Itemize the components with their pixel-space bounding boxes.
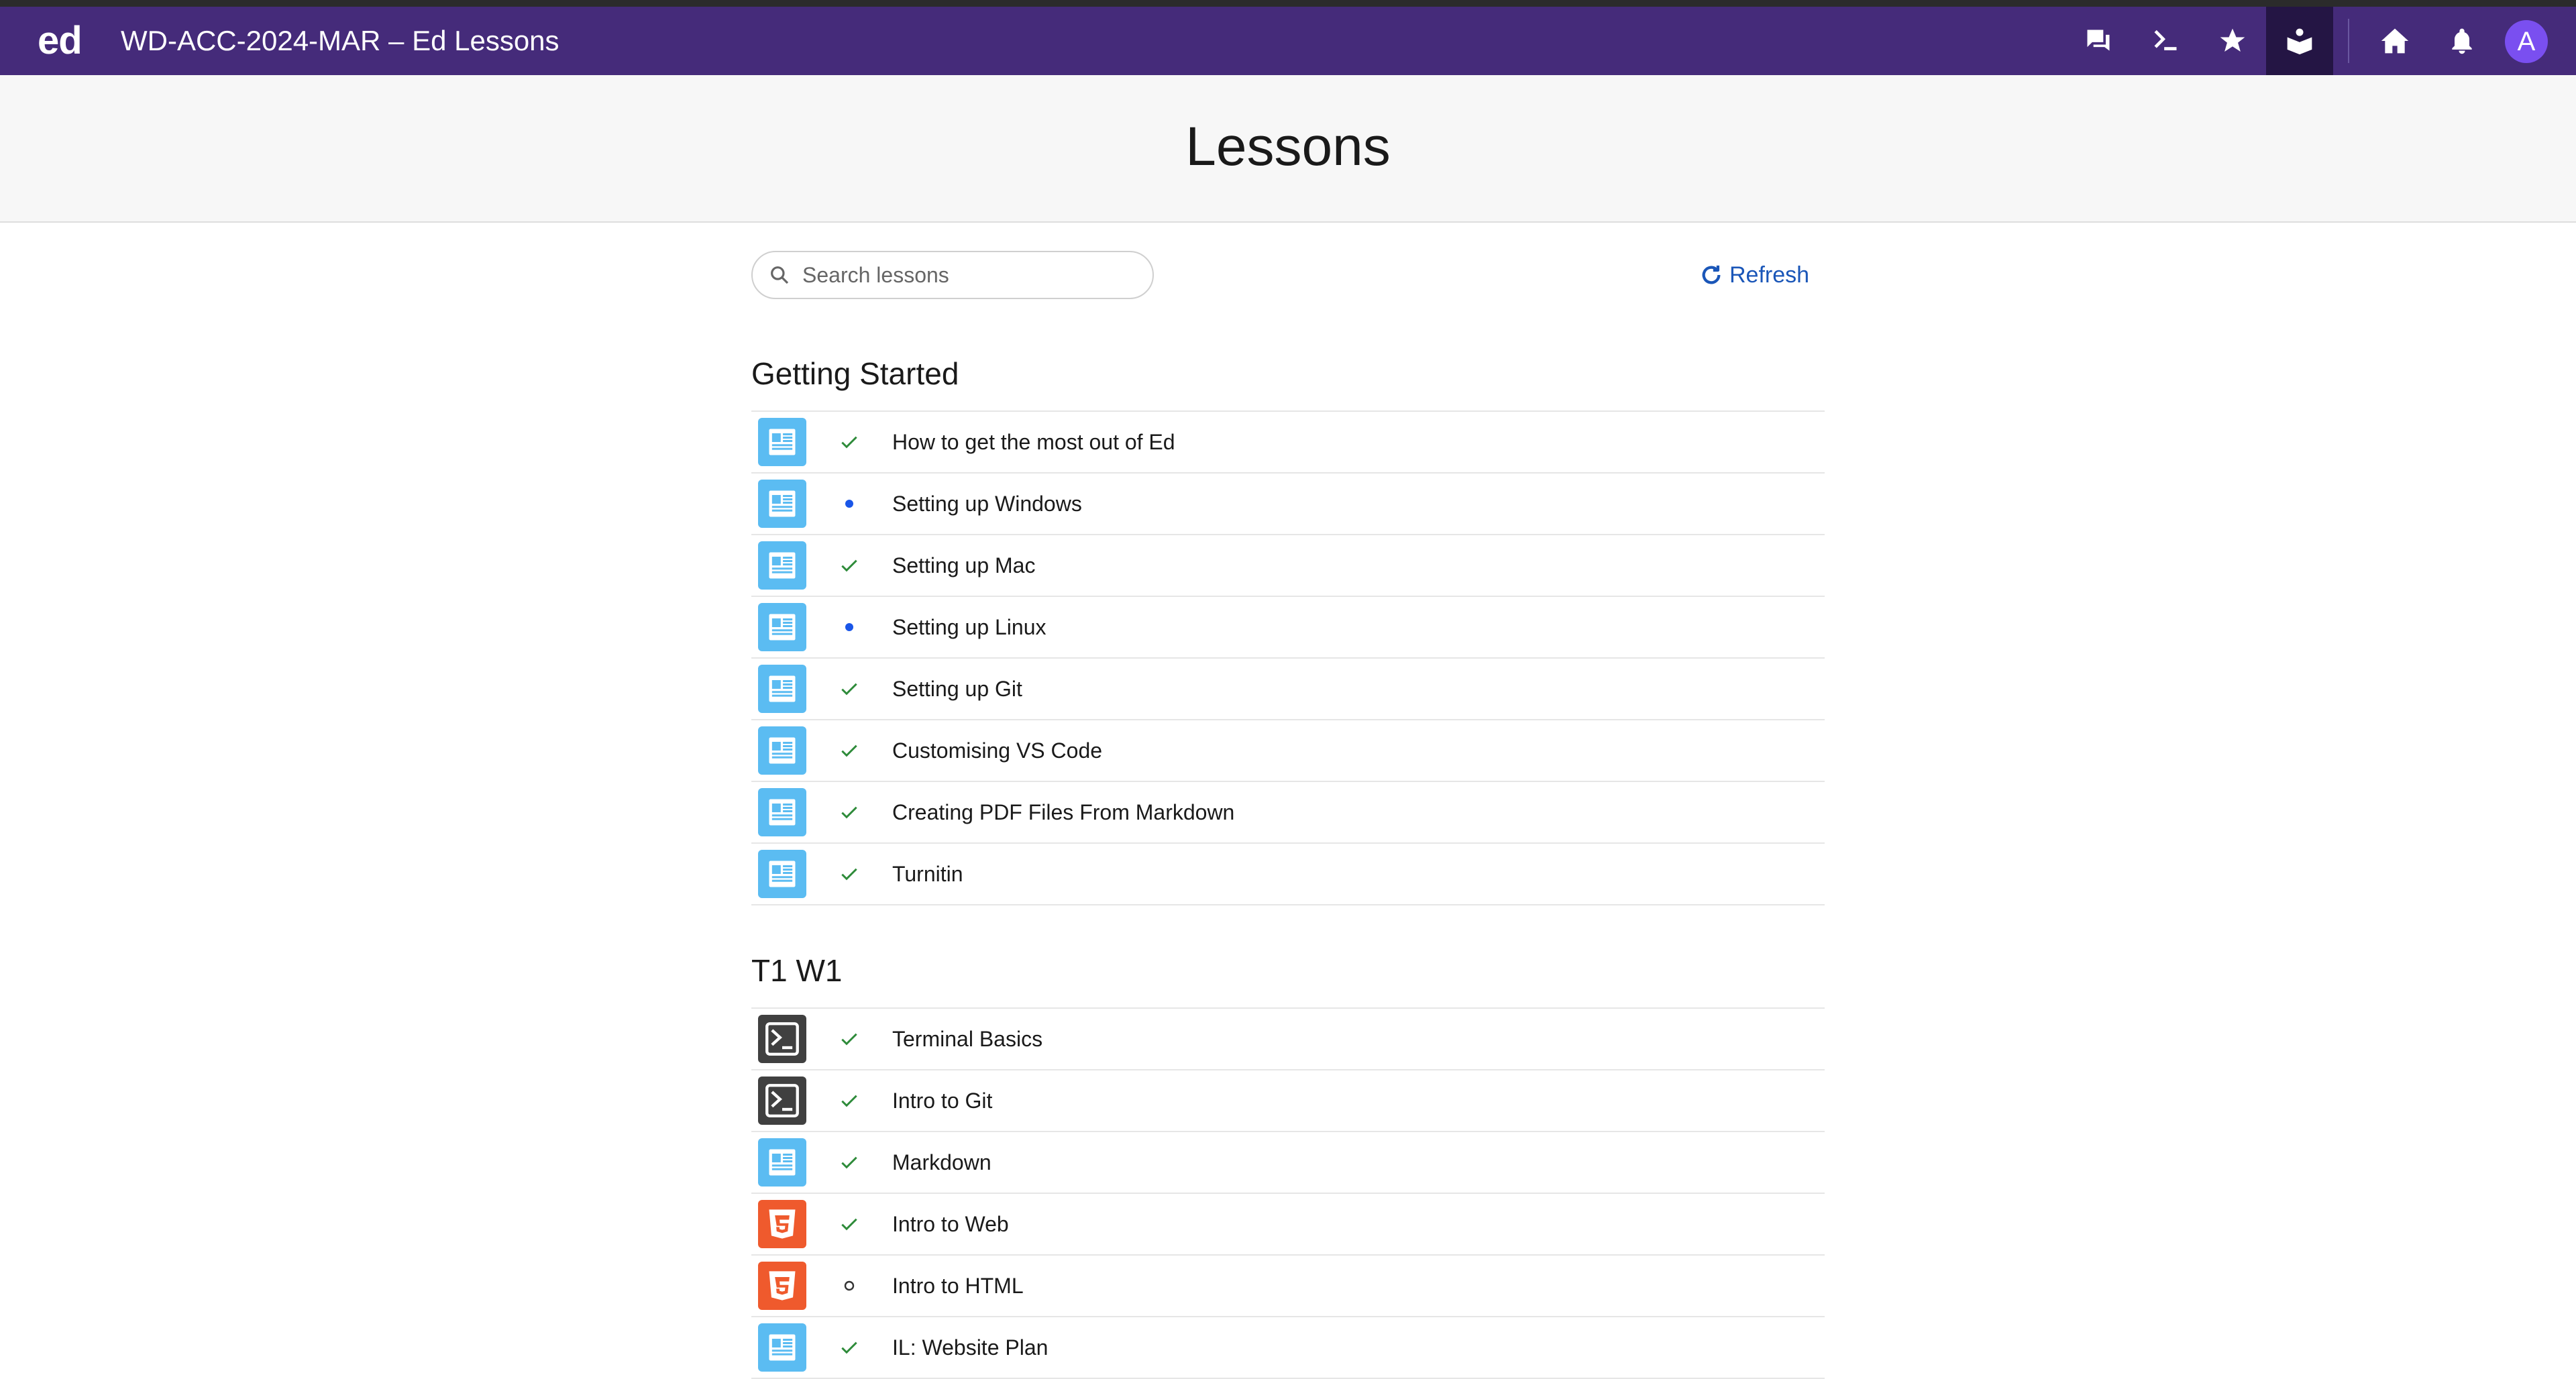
search-icon bbox=[771, 266, 789, 284]
window-top-strip bbox=[0, 0, 2576, 7]
notifications-button[interactable] bbox=[2428, 7, 2496, 75]
checkmark-icon bbox=[837, 1150, 861, 1174]
checkmark-icon bbox=[837, 553, 861, 577]
lesson-title[interactable]: Terminal Basics bbox=[892, 1027, 1042, 1052]
home-icon bbox=[2381, 28, 2409, 54]
lesson-title[interactable]: Markdown bbox=[892, 1150, 991, 1175]
document-icon bbox=[758, 850, 806, 898]
lesson-row[interactable]: Turnitin bbox=[751, 844, 1825, 905]
lessons-icon bbox=[2287, 28, 2312, 55]
section-title: Getting Started bbox=[751, 335, 1825, 412]
refresh-button[interactable]: Refresh bbox=[1700, 259, 1809, 291]
lessons-button[interactable] bbox=[2266, 7, 2333, 75]
search-box[interactable] bbox=[751, 251, 1154, 299]
checkmark-icon bbox=[837, 1027, 861, 1051]
document-icon bbox=[758, 1138, 806, 1187]
avatar[interactable]: A bbox=[2505, 20, 2548, 63]
document-icon bbox=[758, 418, 806, 466]
refresh-label[interactable]: Refresh bbox=[1729, 262, 1809, 288]
lesson-row[interactable]: How to get the most out of Ed bbox=[751, 412, 1825, 474]
lesson-row[interactable]: Intro to HTML bbox=[751, 1256, 1825, 1317]
star-icon bbox=[2220, 28, 2245, 52]
refresh-icon bbox=[1702, 265, 1721, 284]
lesson-row[interactable]: Intro to Web bbox=[751, 1194, 1825, 1256]
lesson-row[interactable]: Terminal Basics bbox=[751, 1009, 1825, 1070]
chat-icon bbox=[2087, 30, 2110, 51]
lesson-title[interactable]: Setting up Linux bbox=[892, 615, 1046, 640]
ed-logo[interactable]: ed bbox=[38, 7, 83, 75]
document-icon bbox=[758, 603, 806, 651]
html5-icon bbox=[758, 1262, 806, 1310]
checkmark-icon bbox=[837, 800, 861, 824]
favourites-button[interactable] bbox=[2199, 7, 2266, 75]
lesson-title[interactable]: Creating PDF Files From Markdown bbox=[892, 800, 1234, 825]
lesson-row[interactable]: Customising VS Code bbox=[751, 720, 1825, 782]
lesson-row[interactable]: IL: Website Plan bbox=[751, 1317, 1825, 1379]
document-icon bbox=[758, 788, 806, 836]
lesson-row[interactable]: Setting up Git bbox=[751, 659, 1825, 720]
workspaces-button[interactable] bbox=[2132, 7, 2199, 75]
document-icon bbox=[758, 541, 806, 590]
search-input[interactable] bbox=[802, 262, 1138, 288]
lesson-title[interactable]: Setting up Windows bbox=[892, 492, 1082, 516]
page-title: Lessons bbox=[1185, 116, 1391, 177]
new-dot-icon bbox=[837, 492, 861, 516]
bell-icon bbox=[2452, 28, 2472, 54]
lesson-row[interactable]: Setting up Mac bbox=[751, 535, 1825, 597]
lesson-title[interactable]: Turnitin bbox=[892, 862, 963, 887]
lesson-title[interactable]: Customising VS Code bbox=[892, 738, 1102, 763]
checkmark-icon bbox=[837, 677, 861, 701]
lesson-title[interactable]: How to get the most out of Ed bbox=[892, 430, 1175, 455]
terminal-icon bbox=[758, 1015, 806, 1063]
checkmark-icon bbox=[837, 1089, 861, 1113]
checkmark-icon bbox=[837, 430, 861, 454]
document-icon bbox=[758, 1323, 806, 1372]
nav-divider bbox=[2348, 19, 2349, 63]
lesson-title[interactable]: Intro to HTML bbox=[892, 1274, 1024, 1299]
home-button[interactable] bbox=[2361, 7, 2428, 75]
checkmark-icon bbox=[837, 1335, 861, 1360]
lesson-row[interactable]: Markdown bbox=[751, 1132, 1825, 1194]
document-icon bbox=[758, 665, 806, 713]
course-title: WD-ACC-2024-MAR – Ed Lessons bbox=[121, 25, 559, 56]
page-header: Lessons bbox=[0, 75, 2576, 223]
new-dot-icon bbox=[837, 615, 861, 639]
document-icon bbox=[758, 726, 806, 775]
lesson-row[interactable]: Creating PDF Files From Markdown bbox=[751, 782, 1825, 844]
top-navbar: ed WD-ACC-2024-MAR – Ed Lessons A bbox=[0, 7, 2576, 75]
lesson-row[interactable]: Setting up Windows bbox=[751, 474, 1825, 535]
section-title: T1 W1 bbox=[751, 932, 1825, 1009]
lesson-title[interactable]: Setting up Mac bbox=[892, 553, 1035, 578]
lesson-title[interactable]: Intro to Git bbox=[892, 1089, 992, 1113]
terminal-icon bbox=[758, 1077, 806, 1125]
checkmark-icon bbox=[837, 1212, 861, 1236]
lesson-title[interactable]: Setting up Git bbox=[892, 677, 1022, 702]
lesson-title[interactable]: IL: Website Plan bbox=[892, 1335, 1048, 1360]
lesson-row[interactable]: Intro to Git bbox=[751, 1070, 1825, 1132]
lesson-list: Getting Started How to get the most out o… bbox=[751, 335, 1825, 1379]
lesson-title[interactable]: Intro to Web bbox=[892, 1212, 1009, 1237]
discussion-button[interactable] bbox=[2065, 7, 2132, 75]
empty-circle-icon bbox=[837, 1274, 861, 1298]
checkmark-icon bbox=[837, 738, 861, 763]
checkmark-icon bbox=[837, 862, 861, 886]
lesson-row[interactable]: Setting up Linux bbox=[751, 597, 1825, 659]
html5-icon bbox=[758, 1200, 806, 1248]
terminal-icon bbox=[2154, 30, 2177, 50]
document-icon bbox=[758, 480, 806, 528]
